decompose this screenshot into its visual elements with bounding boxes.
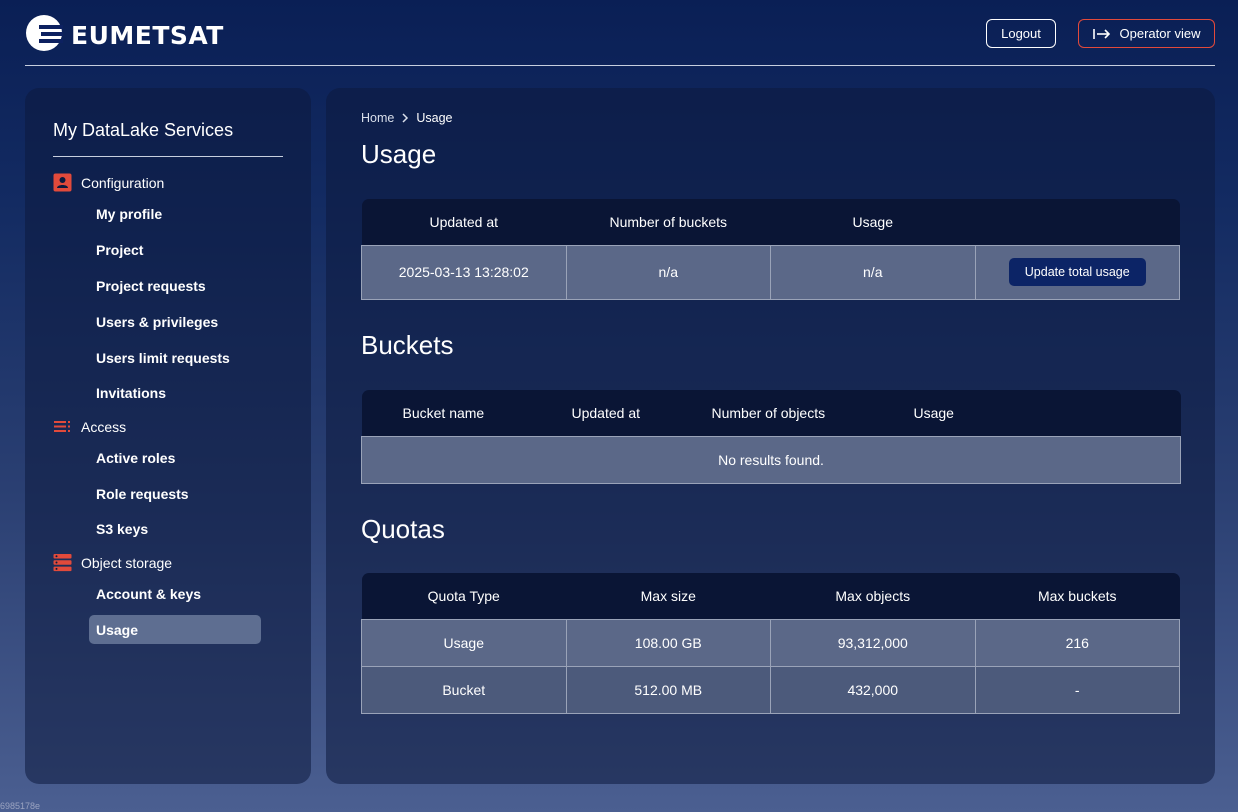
sidebar-item-usage[interactable]: Usage <box>89 615 261 644</box>
usage-updated-at: 2025-03-13 13:28:02 <box>361 244 567 300</box>
column-header: Usage <box>770 199 975 245</box>
main-content: Home Usage Usage Updated at Number of bu… <box>326 88 1215 784</box>
build-hash: 6985178e <box>0 801 41 811</box>
sidebar-item-label: Invitations <box>96 384 167 401</box>
sidebar-item-label: Usage <box>96 621 139 638</box>
sidebar-item-role-requests[interactable]: Role requests <box>89 479 261 508</box>
sidebar-item-account-keys[interactable]: Account & keys <box>89 579 261 608</box>
sidebar-item-label: S3 keys <box>96 520 149 537</box>
column-header: Quota Type <box>361 573 566 619</box>
quota-max-size: 512.00 MB <box>565 665 771 714</box>
sidebar-section-object-storage: Object storage <box>53 553 172 572</box>
quota-max-buckets: - <box>974 665 1180 714</box>
sidebar-item-label: Project requests <box>96 277 206 294</box>
update-total-usage-button[interactable]: Update total usage <box>1008 258 1146 286</box>
sidebar-item-my-profile[interactable]: My profile <box>89 199 261 228</box>
logout-button[interactable]: Logout <box>986 19 1056 48</box>
usage-table: Updated at Number of buckets Usage 2025-… <box>361 199 1180 300</box>
table-row: 2025-03-13 13:28:02 n/a n/a Update total… <box>361 244 1180 300</box>
logo-text: EUMETSAT <box>71 20 224 50</box>
sidebar-item-label: Account & keys <box>96 585 202 602</box>
top-header: EUMETSAT Logout Operator view <box>25 0 1215 66</box>
quota-max-buckets: 216 <box>974 618 1180 667</box>
sidebar-item-users-limit-requests[interactable]: Users limit requests <box>89 343 261 372</box>
table-header-row: Quota Type Max size Max objects Max buck… <box>361 573 1180 619</box>
sidebar-item-label: Project <box>96 241 144 258</box>
sidebar-item-label: Users limit requests <box>96 349 230 366</box>
column-header: Max objects <box>770 573 975 619</box>
operator-view-label: Operator view <box>1119 26 1201 41</box>
sidebar-item-users-privileges[interactable]: Users & privileges <box>89 307 261 336</box>
sidebar-title: My DataLake Services <box>53 120 234 140</box>
section-label: Object storage <box>81 554 173 571</box>
column-header: Usage <box>913 390 1181 436</box>
quota-max-objects: 432,000 <box>770 665 976 714</box>
sidebar-item-project[interactable]: Project <box>89 235 261 264</box>
column-header: Max buckets <box>975 573 1180 619</box>
arrow-right-to-bar-icon <box>1092 28 1110 39</box>
sidebar-item-label: Active roles <box>96 449 176 466</box>
buckets-heading: Buckets <box>361 330 454 360</box>
page-title: Usage <box>361 139 437 169</box>
column-header: Updated at <box>571 390 712 436</box>
quota-type: Usage <box>361 618 567 667</box>
breadcrumb-current: Usage <box>416 111 453 125</box>
sidebar-item-project-requests[interactable]: Project requests <box>89 271 261 300</box>
breadcrumb-home[interactable]: Home <box>361 111 394 125</box>
usage-bucket-count: n/a <box>565 244 771 300</box>
table-header-row: Bucket name Updated at Number of objects… <box>361 390 1181 436</box>
server-stack-icon <box>53 554 72 572</box>
sidebar-divider <box>53 156 283 157</box>
user-badge-icon <box>53 173 72 192</box>
column-header: Number of buckets <box>566 199 771 245</box>
table-header-row: Updated at Number of buckets Usage <box>361 199 1180 245</box>
column-header: Max size <box>566 573 771 619</box>
column-header <box>975 199 1180 245</box>
sidebar-section-access: Access <box>53 417 126 436</box>
column-header: Number of objects <box>711 390 914 436</box>
usage-total: n/a <box>770 244 976 300</box>
list-icon <box>54 421 70 432</box>
column-header: Updated at <box>361 199 566 245</box>
sidebar-item-active-roles[interactable]: Active roles <box>89 443 261 472</box>
empty-state-text: No results found. <box>361 435 1181 484</box>
section-label: Configuration <box>81 174 165 191</box>
table-row: No results found. <box>361 435 1181 484</box>
sidebar-item-s3-keys[interactable]: S3 keys <box>89 514 261 543</box>
buckets-table: Bucket name Updated at Number of objects… <box>361 390 1181 484</box>
sidebar-section-configuration: Configuration <box>53 173 164 192</box>
chevron-right-icon <box>402 113 409 123</box>
quota-max-size: 108.00 GB <box>565 618 771 667</box>
breadcrumb: Home Usage <box>361 111 452 125</box>
section-label: Access <box>81 418 127 435</box>
quota-max-objects: 93,312,000 <box>770 618 976 667</box>
sidebar-item-label: Users & privileges <box>96 313 219 330</box>
usage-action-cell: Update total usage <box>974 244 1180 300</box>
sidebar-item-invitations[interactable]: Invitations <box>89 378 261 407</box>
operator-view-button[interactable]: Operator view <box>1078 19 1215 48</box>
eumetsat-logo[interactable]: EUMETSAT <box>25 14 224 52</box>
quotas-table: Quota Type Max size Max objects Max buck… <box>361 573 1180 714</box>
sidebar-item-label: Role requests <box>96 485 189 502</box>
sidebar: My DataLake Services Configuration My pr… <box>25 88 311 784</box>
sidebar-item-label: My profile <box>96 205 163 222</box>
table-row: Bucket 512.00 MB 432,000 - <box>361 665 1180 714</box>
eumetsat-logo-icon <box>26 15 63 51</box>
logout-label: Logout <box>1001 26 1041 41</box>
quota-type: Bucket <box>361 665 567 714</box>
column-header: Bucket name <box>361 390 572 436</box>
quotas-heading: Quotas <box>361 514 445 544</box>
table-row: Usage 108.00 GB 93,312,000 216 <box>361 618 1180 667</box>
